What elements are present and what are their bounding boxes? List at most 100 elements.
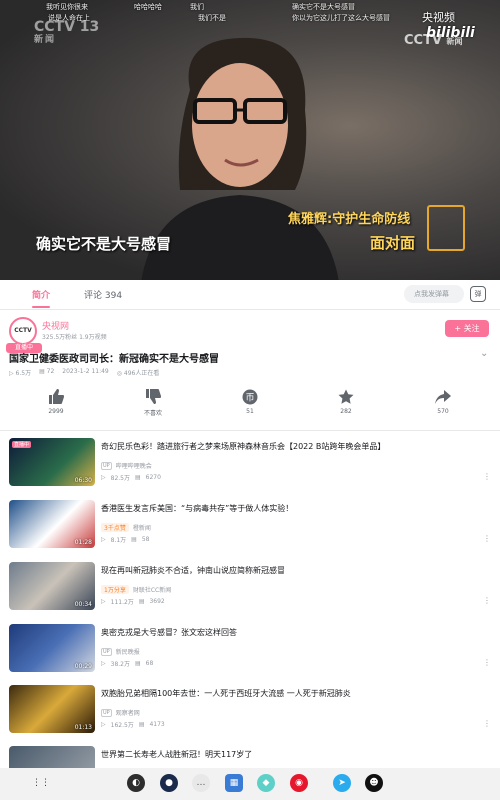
video-duration: 06:30 bbox=[74, 477, 92, 484]
danmaku-count: 58 bbox=[141, 536, 150, 543]
up-icon: UP bbox=[101, 461, 112, 470]
dislike-button[interactable]: 不喜欢 bbox=[128, 388, 178, 417]
app-icon-camera[interactable]: ● bbox=[160, 774, 178, 792]
danmaku-count: ▤ 72 bbox=[39, 368, 55, 375]
uploader-name: 新民晚报 bbox=[115, 649, 140, 656]
uploader-stats: 325.5万粉丝 1.9万视频 bbox=[42, 334, 107, 341]
list-item[interactable]: 01:28 香港医生发言斥美国：“与病毒共存”等于做人体实验！ 3千点赞 橙新闻 … bbox=[9, 500, 491, 558]
danmaku-toggle-button[interactable]: 弹 bbox=[470, 286, 486, 302]
share-icon bbox=[418, 388, 468, 405]
danmaku-text: 我们不是 bbox=[198, 14, 226, 22]
video-duration: 01:13 bbox=[74, 724, 92, 731]
video-thumbnail[interactable] bbox=[9, 746, 95, 768]
weibo-icon[interactable]: ◉ bbox=[290, 774, 308, 792]
view-count: 38.2万 bbox=[110, 661, 130, 668]
video-duration: 01:28 bbox=[74, 539, 92, 546]
danmaku-count: 3692 bbox=[149, 598, 165, 605]
view-count: ▷ 6.5万 bbox=[9, 370, 32, 377]
uploader-name: 橙新闻 bbox=[132, 525, 151, 532]
program-logo-frame bbox=[427, 205, 465, 251]
danmaku-text: 我们 bbox=[190, 3, 204, 11]
danmaku-text: 我听见你很来 bbox=[46, 3, 88, 11]
program-name: 面对面 bbox=[370, 234, 416, 252]
tab-intro[interactable]: 简介 bbox=[32, 288, 50, 301]
danmaku-icon: ▤ bbox=[135, 660, 141, 667]
app-icon-bird[interactable]: ◆ bbox=[257, 774, 275, 792]
danmaku-text: 确实它不是大号感冒 bbox=[292, 3, 355, 11]
coin-button[interactable]: 币 51 bbox=[225, 388, 275, 415]
video-title[interactable]: 香港医生发言斥美国：“与病毒共存”等于做人体实验！ bbox=[101, 503, 293, 514]
video-thumbnail[interactable]: 00:29 bbox=[9, 624, 95, 672]
danmaku-icon: ▤ bbox=[135, 474, 141, 481]
like-button[interactable]: 2999 bbox=[31, 388, 81, 415]
follow-button[interactable]: + 关注 bbox=[445, 320, 489, 337]
uploader-name: 观察者网 bbox=[115, 710, 140, 717]
tab-comments[interactable]: 评论 394 bbox=[84, 288, 122, 301]
video-player[interactable]: 我听见你很来 说是人命在上 我们 哈哈哈哈 我们不是 确实它不是大号感冒 你以为… bbox=[0, 0, 500, 280]
messages-icon[interactable]: … bbox=[192, 774, 210, 792]
video-title[interactable]: 双胞胎兄弟相隔100年去世：一人死于西班牙大流感 一人死于新冠肺炎 bbox=[101, 688, 351, 699]
share-count-badge: 1万分享 bbox=[101, 585, 129, 594]
app-icon-browser[interactable]: ◐ bbox=[127, 774, 145, 792]
video-duration: 00:29 bbox=[74, 663, 92, 670]
play-icon: ▷ bbox=[101, 536, 106, 543]
video-thumbnail[interactable]: 直播中 06:30 bbox=[9, 438, 95, 486]
more-options-icon[interactable]: ⋮ bbox=[483, 472, 491, 481]
list-item[interactable]: 00:29 奥密克戎是大号感冒？张文宏这样回答 UP 新民晚报 ▷ 38.2万 ▤ 68… bbox=[9, 624, 491, 682]
view-count: 162.5万 bbox=[110, 722, 134, 729]
video-title: 国家卫健委医政司司长：新冠确实不是大号感冒 bbox=[9, 354, 219, 365]
play-icon: ▷ bbox=[101, 660, 106, 667]
video-thumbnail[interactable]: 01:28 bbox=[9, 500, 95, 548]
more-options-icon[interactable]: ⋮ bbox=[483, 658, 491, 667]
view-count: 8.1万 bbox=[110, 537, 127, 544]
active-tab-indicator bbox=[32, 306, 50, 308]
play-icon: ▷ bbox=[101, 721, 106, 728]
danmaku-icon: ▤ bbox=[138, 598, 145, 605]
list-item[interactable]: 00:34 现在再叫新冠肺炎不合适，钟南山说应简称新冠感冒 1万分享 财联社CC新… bbox=[9, 562, 491, 620]
danmaku-icon: ▤ bbox=[131, 536, 137, 543]
watching-now: ◎ 496人正在看 bbox=[116, 370, 160, 377]
cctv13-watermark: CCTV 13 新闻 bbox=[34, 19, 100, 45]
play-icon: ▷ bbox=[101, 598, 106, 605]
share-button[interactable]: 570 bbox=[418, 388, 468, 415]
coin-icon: 币 bbox=[225, 388, 275, 405]
uploader-name[interactable]: 央视网 bbox=[42, 319, 69, 332]
danmaku-count: 4173 bbox=[149, 721, 165, 728]
telegram-icon[interactable]: ➤ bbox=[333, 774, 351, 792]
more-options-icon[interactable]: ⋮ bbox=[483, 596, 491, 605]
video-title[interactable]: 世界第二长寿老人战胜新冠！明天117岁了 bbox=[101, 749, 252, 760]
more-options-icon[interactable]: ⋮ bbox=[483, 719, 491, 728]
danmaku-text: 你以为它这儿打了这么大号感冒 bbox=[292, 14, 390, 22]
danmaku-input[interactable]: 点我发弹幕 bbox=[404, 285, 464, 303]
cctv-news-watermark: CCTV 新闻 bbox=[404, 33, 463, 48]
video-title[interactable]: 现在再叫新冠肺炎不合适，钟南山说应简称新冠感冒 bbox=[101, 565, 285, 576]
uploader-avatar[interactable]: CCTV bbox=[9, 317, 37, 345]
play-icon: ▷ bbox=[101, 474, 106, 481]
app-icon-notes[interactable]: ▦ bbox=[225, 774, 243, 792]
chevron-down-icon[interactable]: ⌄ bbox=[480, 348, 488, 359]
view-count: 111.2万 bbox=[110, 599, 134, 606]
up-icon: UP bbox=[101, 647, 112, 656]
video-thumbnail[interactable]: 00:34 bbox=[9, 562, 95, 610]
program-caption: 焦雅辉:守护生命防线 bbox=[288, 212, 411, 227]
favorite-button[interactable]: 282 bbox=[321, 388, 371, 415]
app-drawer-icon[interactable]: ⋮⋮ bbox=[32, 774, 50, 792]
video-thumbnail[interactable]: 01:13 bbox=[9, 685, 95, 733]
danmaku-count: 6270 bbox=[145, 474, 161, 481]
video-title[interactable]: 奥密克戎是大号感冒？张文宏这样回答 bbox=[101, 627, 237, 638]
video-title[interactable]: 奇幻民乐色彩！踏进旅行者之梦来场原神森林音乐会【2022 B站跨年晚会单品】 bbox=[101, 441, 385, 452]
list-item[interactable]: 世界第二长寿老人战胜新冠！明天117岁了 bbox=[9, 746, 491, 768]
qq-icon[interactable]: ☻ bbox=[365, 774, 383, 792]
svg-text:币: 币 bbox=[245, 392, 254, 403]
like-count-badge: 3千点赞 bbox=[101, 523, 129, 532]
danmaku-count: 68 bbox=[145, 660, 154, 667]
video-duration: 00:34 bbox=[74, 601, 92, 608]
video-meta: ▷ 6.5万 ▤ 72 2023-1-2 11:49 ◎ 496人正在看 bbox=[9, 368, 159, 377]
view-count: 82.5万 bbox=[110, 475, 130, 482]
live-badge: 直播中 bbox=[12, 441, 32, 448]
list-item[interactable]: 01:13 双胞胎兄弟相隔100年去世：一人死于西班牙大流感 一人死于新冠肺炎 … bbox=[9, 685, 491, 743]
list-item[interactable]: 直播中 06:30 奇幻民乐色彩！踏进旅行者之梦来场原神森林音乐会【2022 B… bbox=[9, 438, 491, 496]
more-options-icon[interactable]: ⋮ bbox=[483, 534, 491, 543]
uploader-name: 财联社CC新闻 bbox=[132, 587, 172, 594]
uploader-name: 哔哩哔哩晚会 bbox=[115, 463, 152, 470]
